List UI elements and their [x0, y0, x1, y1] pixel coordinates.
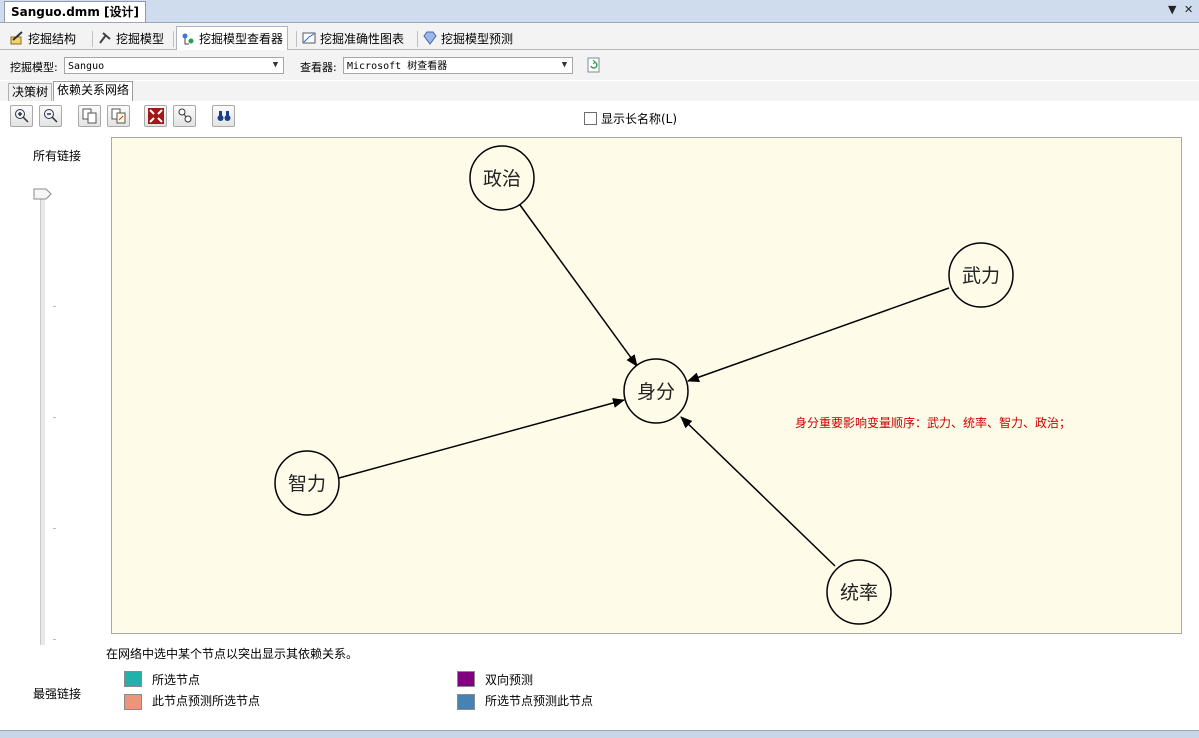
fit-to-window-icon	[148, 108, 164, 124]
viewer-select[interactable]: Microsoft 树查看器 ▼	[343, 57, 573, 74]
zoom-in-button[interactable]	[10, 105, 33, 127]
edge-command-to-center	[680, 416, 836, 567]
refresh-icon	[587, 57, 600, 73]
node-intel[interactable]: 智力	[274, 450, 340, 516]
slider-tick	[53, 528, 56, 529]
copy-icon	[82, 108, 97, 124]
zoom-in-icon	[15, 109, 29, 123]
legend-label-selected-predicts: 所选节点预测此节点	[485, 694, 594, 708]
tab-separator	[417, 31, 418, 47]
legend-label-selected: 所选节点	[152, 673, 201, 687]
tab-separator	[92, 31, 93, 47]
node-politics-label: 政治	[483, 168, 521, 190]
model-select[interactable]: Sanguo ▼	[64, 57, 284, 74]
tab-mining-model[interactable]: 挖掘模型	[94, 28, 168, 48]
selector-bar: 挖掘模型: Sanguo ▼ 查看器: Microsoft 树查看器 ▼	[0, 50, 1199, 80]
node-center[interactable]: 身分	[623, 358, 689, 424]
legend-swatch-bidirectional	[457, 671, 475, 687]
model-icon	[99, 32, 111, 44]
zoom-out-icon	[44, 109, 58, 123]
show-long-names-label: 显示长名称(L)	[601, 112, 678, 126]
node-command[interactable]: 统率	[826, 559, 892, 625]
zoom-out-button[interactable]	[39, 105, 62, 127]
slider-tick	[53, 639, 56, 640]
tab-accuracy-chart[interactable]: 挖掘准确性图表	[298, 28, 408, 48]
dropdown-arrow-icon[interactable]: ▼	[1168, 3, 1176, 16]
tab-label: 挖掘模型	[116, 31, 165, 46]
legend-swatch-selected-predicts	[457, 694, 475, 710]
node-command-label: 统率	[840, 582, 878, 604]
accuracy-chart-icon	[302, 32, 316, 44]
fit-to-window-button[interactable]	[144, 105, 167, 127]
tab-model-viewer[interactable]: 挖掘模型查看器	[176, 26, 289, 51]
view-tab-bar: 决策树 依赖关系网络	[0, 81, 1199, 102]
slider-thumb[interactable]	[33, 188, 53, 200]
tab-separator	[173, 31, 174, 47]
viewer-select-value: Microsoft 树查看器	[347, 61, 448, 72]
tab-mining-structure[interactable]: 挖掘结构	[6, 28, 80, 48]
selection-hint: 在网络中选中某个节点以突出显示其依赖关系。	[106, 647, 359, 661]
tab-dependency-network[interactable]: 依赖关系网络	[53, 81, 134, 102]
tab-label: 挖掘结构	[28, 31, 77, 46]
model-select-value: Sanguo	[68, 61, 105, 72]
copy-button[interactable]	[78, 105, 101, 127]
edge-force-to-center	[687, 287, 950, 383]
node-force-label: 武力	[962, 265, 1000, 287]
link-strength-slider-track[interactable]	[40, 195, 45, 645]
legend-swatch-predicts-selected	[124, 694, 142, 710]
edge-intel-to-center	[338, 398, 625, 479]
network-toolbar: 显示长名称(L)	[0, 101, 1199, 132]
edge-politics-to-center	[519, 204, 638, 367]
slider-tick	[53, 417, 56, 418]
viewer-icon	[182, 33, 194, 44]
node-center-label: 身分	[637, 381, 675, 403]
close-icon[interactable]: ✕	[1184, 3, 1193, 16]
viewer-label: 查看器:	[300, 61, 337, 74]
tab-separator	[296, 31, 297, 47]
document-tab-strip: Sanguo.dmm [设计] ▼ ✕	[0, 0, 1199, 23]
tab-label: 挖掘准确性图表	[320, 31, 405, 46]
slider-top-label: 所有链接	[33, 149, 82, 163]
slider-tick	[53, 306, 56, 307]
legend-swatch-selected	[124, 671, 142, 687]
importance-annotation: 身分重要影响变量顺序：武力、统率、智力、政治；	[795, 416, 1072, 430]
copy-graph-button[interactable]	[107, 105, 130, 127]
legend-label-bidirectional: 双向预测	[485, 673, 534, 687]
show-long-names-checkbox[interactable]	[584, 112, 597, 125]
node-force[interactable]: 武力	[948, 242, 1014, 308]
copy-graph-icon	[111, 108, 126, 124]
find-node-button[interactable]	[212, 105, 235, 127]
model-label: 挖掘模型:	[10, 61, 58, 74]
slider-bottom-label: 最强链接	[33, 687, 82, 701]
binoculars-icon	[217, 111, 231, 121]
dependency-network-canvas[interactable]: 身分 政治 武力 智力 统率 身分重要影响变量顺序：武力、统率、智力、政治；	[111, 137, 1182, 634]
node-intel-label: 智力	[288, 473, 326, 495]
tab-decision-tree[interactable]: 决策树	[8, 83, 53, 101]
structure-icon	[10, 31, 23, 45]
document-tab[interactable]: Sanguo.dmm [设计]	[4, 1, 146, 22]
node-politics[interactable]: 政治	[469, 145, 535, 211]
legend-label-predicts-selected: 此节点预测所选节点	[152, 694, 261, 708]
tab-model-prediction[interactable]: 挖掘模型预测	[419, 28, 517, 48]
layout-icon	[178, 108, 192, 123]
chevron-down-icon: ▼	[272, 60, 279, 70]
designer-tab-bar: 挖掘结构 挖掘模型 挖掘模型查看器 挖掘准确性图表 挖掘模型预测	[0, 23, 1199, 51]
network-graph: 身分 政治 武力 智力 统率	[274, 145, 1014, 625]
prediction-icon	[423, 31, 437, 45]
tab-label: 挖掘模型预测	[441, 31, 514, 46]
layout-button[interactable]	[173, 105, 196, 127]
chevron-down-icon: ▼	[561, 60, 568, 70]
refresh-button[interactable]	[587, 57, 601, 73]
tab-label: 挖掘模型查看器	[199, 32, 284, 46]
